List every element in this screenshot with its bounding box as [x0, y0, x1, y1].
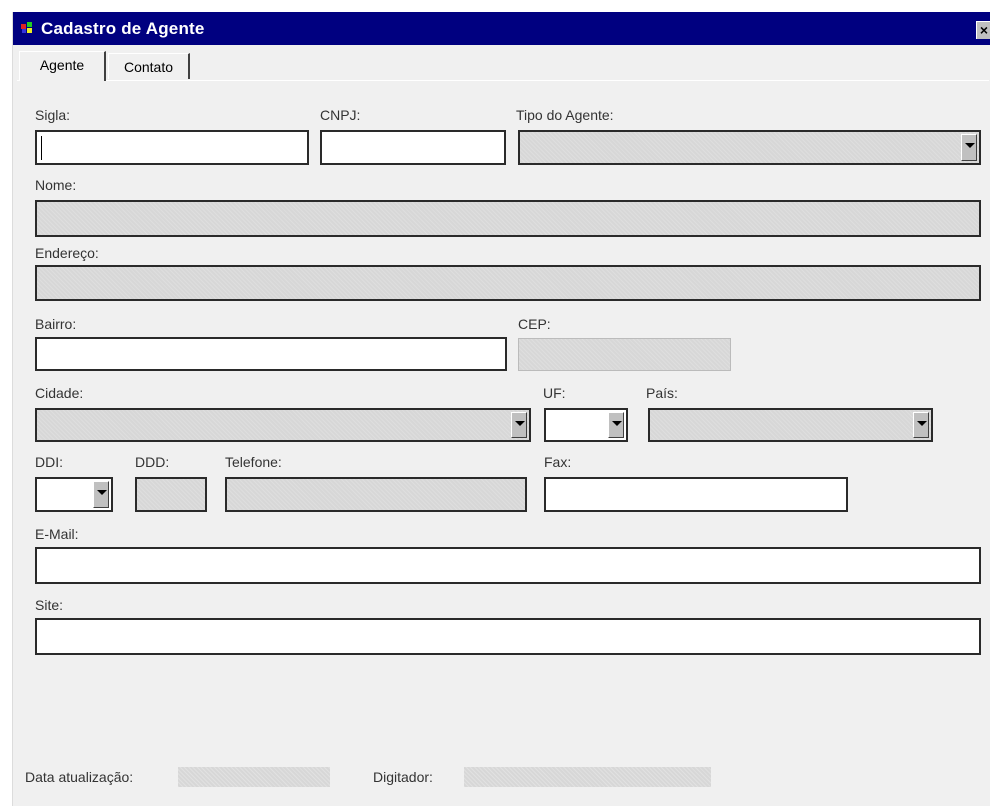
fax-input[interactable] — [546, 479, 846, 510]
tipo-agente-select[interactable] — [518, 130, 981, 165]
email-input[interactable] — [37, 549, 979, 582]
email-label: E-Mail: — [35, 526, 79, 542]
cidade-select[interactable] — [35, 408, 531, 442]
pais-label: País: — [646, 385, 678, 401]
data-atualizacao-label: Data atualização: — [25, 769, 134, 785]
cidade-label: Cidade: — [35, 385, 84, 401]
bairro-label: Bairro: — [35, 316, 77, 332]
close-icon[interactable]: × — [976, 21, 990, 39]
ddi-label: DDI: — [35, 454, 63, 470]
nome-label: Nome: — [35, 177, 77, 193]
site-label: Site: — [35, 597, 64, 613]
email-field[interactable] — [35, 547, 981, 584]
pais-select[interactable] — [648, 408, 933, 442]
window: Cadastro de Agente × Agente Contato Sigl… — [12, 12, 990, 806]
telefone-field[interactable] — [225, 477, 527, 512]
window-title: Cadastro de Agente — [41, 19, 205, 38]
tipo-agente-label: Tipo do Agente: — [516, 107, 614, 123]
uf-label: UF: — [543, 385, 566, 401]
site-field[interactable] — [35, 618, 981, 655]
digitador-value — [464, 767, 711, 787]
tab-agente[interactable]: Agente — [19, 51, 106, 81]
fax-field[interactable] — [544, 477, 848, 512]
uf-select[interactable] — [544, 408, 628, 442]
bairro-field[interactable] — [35, 337, 507, 371]
data-atualizacao-value — [178, 767, 330, 787]
chevron-down-icon[interactable] — [961, 134, 977, 161]
site-input[interactable] — [37, 620, 979, 653]
endereco-label: Endereço: — [35, 245, 99, 261]
sigla-field[interactable] — [35, 130, 309, 165]
cnpj-label: CNPJ: — [320, 107, 361, 123]
cep-field[interactable] — [518, 338, 731, 371]
title-bar: Cadastro de Agente × — [13, 12, 990, 45]
ddd-field[interactable] — [135, 477, 207, 512]
cnpj-input[interactable] — [322, 132, 504, 163]
tab-contato[interactable]: Contato — [108, 53, 190, 79]
chevron-down-icon[interactable] — [608, 412, 624, 438]
text-caret — [41, 136, 42, 160]
app-icon — [21, 22, 35, 34]
chevron-down-icon[interactable] — [511, 412, 527, 438]
cnpj-field[interactable] — [320, 130, 506, 165]
endereco-field[interactable] — [35, 265, 981, 301]
digitador-label: Digitador: — [373, 769, 433, 785]
bairro-input[interactable] — [37, 339, 505, 369]
nome-field[interactable] — [35, 200, 981, 237]
cep-label: CEP: — [518, 316, 551, 332]
sigla-label: Sigla: — [35, 107, 71, 123]
fax-label: Fax: — [544, 454, 572, 470]
sigla-input[interactable] — [37, 132, 307, 163]
chevron-down-icon[interactable] — [93, 481, 109, 508]
ddd-label: DDD: — [135, 454, 170, 470]
ddi-select[interactable] — [35, 477, 113, 512]
chevron-down-icon[interactable] — [913, 412, 929, 438]
telefone-label: Telefone: — [225, 454, 282, 470]
